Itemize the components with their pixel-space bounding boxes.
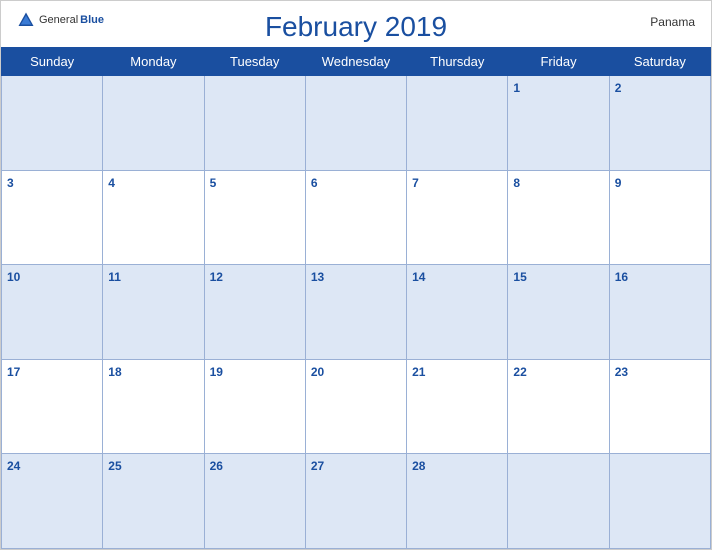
- brand-icon: [17, 11, 35, 29]
- day-number: 7: [412, 176, 419, 190]
- days-of-week-row: Sunday Monday Tuesday Wednesday Thursday…: [2, 48, 711, 76]
- week-row-4: 24 25 26 27 28: [2, 454, 711, 549]
- calendar-cell: 5: [204, 170, 305, 265]
- calendar-grid: Sunday Monday Tuesday Wednesday Thursday…: [1, 47, 711, 549]
- calendar-cell: [305, 76, 406, 171]
- day-number: 19: [210, 365, 223, 379]
- day-number: 14: [412, 270, 425, 284]
- col-thursday: Thursday: [407, 48, 508, 76]
- day-number: 18: [108, 365, 121, 379]
- calendar-cell: 18: [103, 359, 204, 454]
- calendar-cell: [407, 76, 508, 171]
- calendar-cell: 16: [609, 265, 710, 360]
- calendar-cell: 11: [103, 265, 204, 360]
- day-number: 17: [7, 365, 20, 379]
- day-number: 4: [108, 176, 115, 190]
- day-number: 24: [7, 459, 20, 473]
- col-tuesday: Tuesday: [204, 48, 305, 76]
- calendar-cell: 17: [2, 359, 103, 454]
- calendar-cell: 1: [508, 76, 609, 171]
- day-number: 21: [412, 365, 425, 379]
- day-number: 20: [311, 365, 324, 379]
- day-number: 15: [513, 270, 526, 284]
- day-number: 26: [210, 459, 223, 473]
- calendar-cell: 27: [305, 454, 406, 549]
- calendar-cell: 10: [2, 265, 103, 360]
- day-number: 9: [615, 176, 622, 190]
- calendar-cell: 22: [508, 359, 609, 454]
- calendar-cell: 3: [2, 170, 103, 265]
- day-number: 27: [311, 459, 324, 473]
- calendar-cell: 13: [305, 265, 406, 360]
- calendar-cell: 2: [609, 76, 710, 171]
- day-number: 11: [108, 270, 121, 284]
- calendar-cell: [103, 76, 204, 171]
- day-number: 8: [513, 176, 520, 190]
- calendar-cell: 7: [407, 170, 508, 265]
- day-number: 28: [412, 459, 425, 473]
- calendar-cell: [2, 76, 103, 171]
- month-year-title: February 2019: [265, 11, 447, 43]
- day-number: 6: [311, 176, 318, 190]
- day-number: 16: [615, 270, 628, 284]
- col-friday: Friday: [508, 48, 609, 76]
- day-number: 2: [615, 81, 622, 95]
- day-number: 23: [615, 365, 628, 379]
- day-number: 3: [7, 176, 14, 190]
- calendar-cell: 14: [407, 265, 508, 360]
- calendar-cell: [609, 454, 710, 549]
- week-row-0: 12: [2, 76, 711, 171]
- day-number: 13: [311, 270, 324, 284]
- calendar-cell: 19: [204, 359, 305, 454]
- calendar-cell: 12: [204, 265, 305, 360]
- day-number: 1: [513, 81, 520, 95]
- calendar-cell: 25: [103, 454, 204, 549]
- calendar-cell: 28: [407, 454, 508, 549]
- calendar-header: General Blue February 2019 Panama: [1, 1, 711, 47]
- calendar-cell: 6: [305, 170, 406, 265]
- day-number: 12: [210, 270, 223, 284]
- calendar-cell: 20: [305, 359, 406, 454]
- day-number: 10: [7, 270, 20, 284]
- week-row-2: 10 11 12 13 14 15 16: [2, 265, 711, 360]
- week-row-3: 17 18 19 20 21 22 23: [2, 359, 711, 454]
- col-wednesday: Wednesday: [305, 48, 406, 76]
- calendar-cell: 26: [204, 454, 305, 549]
- col-sunday: Sunday: [2, 48, 103, 76]
- brand-blue-text: Blue: [80, 14, 104, 26]
- calendar-cell: [508, 454, 609, 549]
- country-label: Panama: [650, 15, 695, 29]
- brand-general-text: General: [39, 14, 78, 26]
- brand-logo-area: General Blue: [17, 11, 104, 29]
- calendar-cell: 15: [508, 265, 609, 360]
- week-row-1: 3 4 5 6 7 8 9: [2, 170, 711, 265]
- day-number: 22: [513, 365, 526, 379]
- day-number: 5: [210, 176, 217, 190]
- calendar-cell: 21: [407, 359, 508, 454]
- day-number: 25: [108, 459, 121, 473]
- calendar-cell: 9: [609, 170, 710, 265]
- col-monday: Monday: [103, 48, 204, 76]
- calendar: General Blue February 2019 Panama Sunday…: [0, 0, 712, 550]
- calendar-cell: [204, 76, 305, 171]
- calendar-cell: 8: [508, 170, 609, 265]
- calendar-cell: 4: [103, 170, 204, 265]
- col-saturday: Saturday: [609, 48, 710, 76]
- calendar-cell: 23: [609, 359, 710, 454]
- calendar-cell: 24: [2, 454, 103, 549]
